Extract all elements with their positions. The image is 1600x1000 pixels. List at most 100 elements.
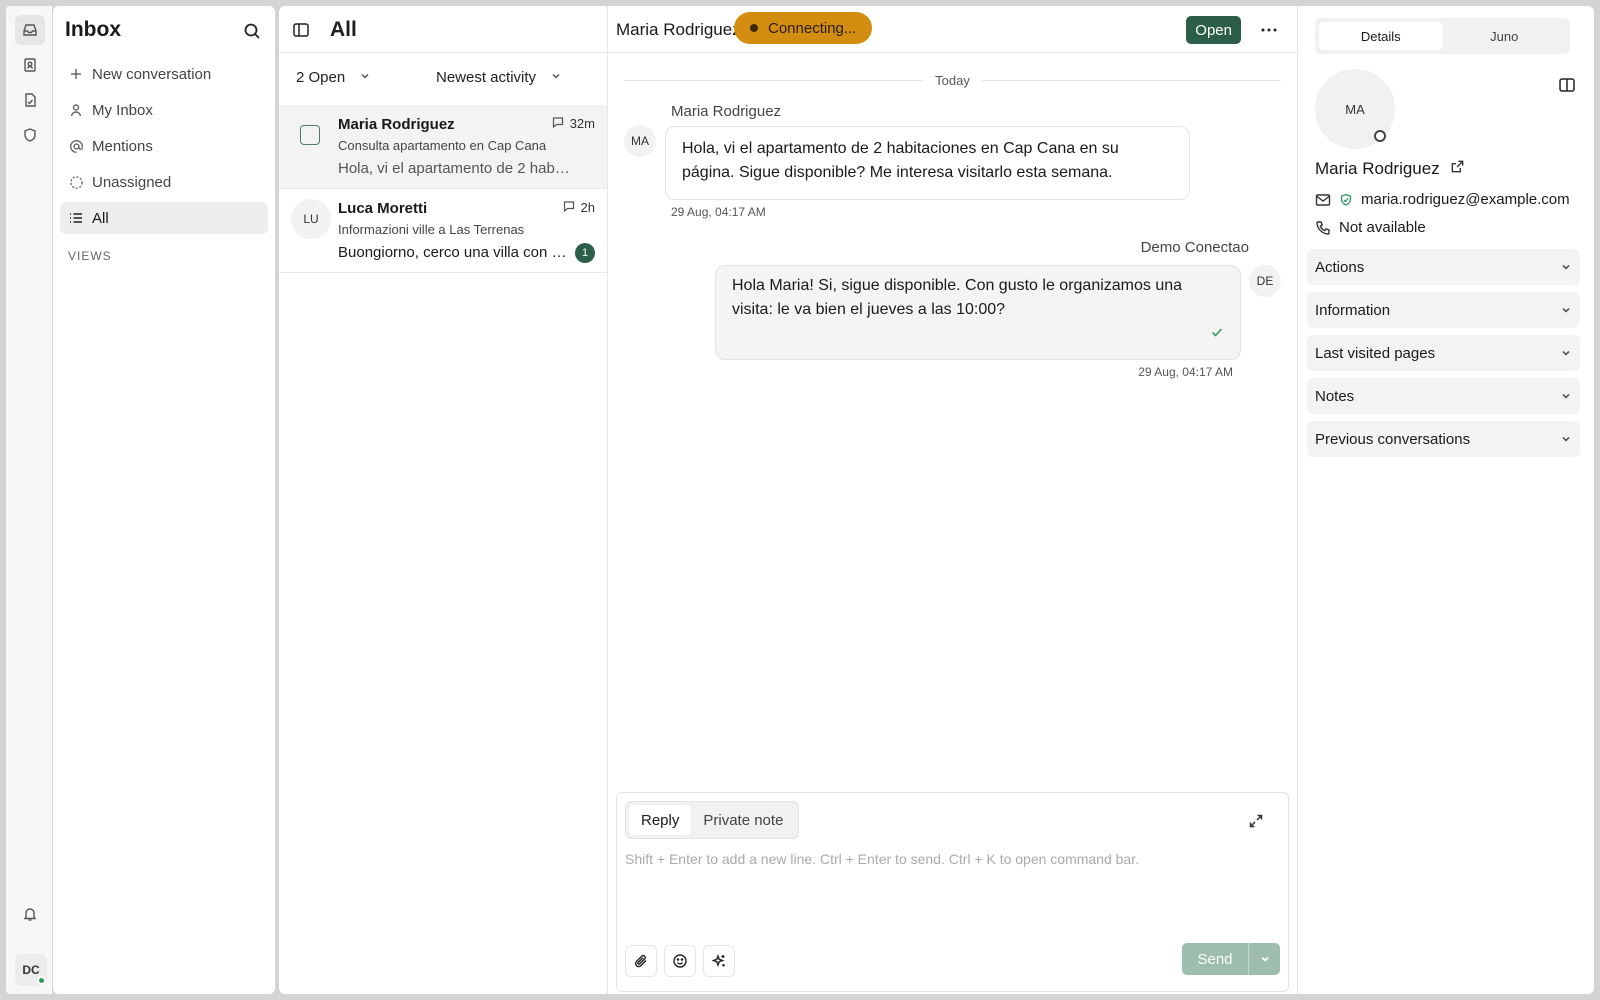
status-filter-dropdown[interactable]: 2 Open — [296, 69, 371, 86]
conversation-list-title: All — [330, 18, 357, 41]
chat-bubble-icon — [563, 200, 575, 215]
delivered-check-icon — [1210, 323, 1224, 347]
section-last-visited-pages[interactable]: Last visited pages — [1307, 335, 1580, 371]
reply-input[interactable] — [625, 851, 1275, 911]
sidebar-item-unassigned[interactable]: Unassigned — [60, 166, 268, 198]
section-label: Previous conversations — [1315, 430, 1471, 448]
sidebar: Inbox New conversation My Inbox Mentions… — [53, 6, 275, 994]
sidebar-item-all[interactable]: All — [60, 202, 268, 234]
tab-details[interactable]: Details — [1319, 22, 1443, 50]
conversation-subject: Informazioni ville a Las Terrenas — [338, 222, 525, 237]
emoji-icon[interactable] — [664, 945, 696, 977]
send-options-chevron-icon[interactable] — [1248, 943, 1280, 975]
sidebar-item-label: New conversation — [92, 65, 212, 83]
conversation-filters: 2 Open Newest activity — [279, 53, 607, 105]
contact-email: maria.rodriguez@example.com — [1315, 191, 1570, 208]
chevron-down-icon — [1560, 390, 1572, 402]
bell-icon[interactable] — [15, 899, 45, 929]
contact-name: Maria Rodriguez — [1315, 159, 1465, 179]
sidebar-item-label: All — [92, 209, 109, 227]
offline-status-dot — [1374, 130, 1386, 142]
more-options-icon[interactable] — [1257, 18, 1281, 42]
details-tabs: Details Juno — [1315, 18, 1570, 54]
avatar: MA — [624, 125, 656, 157]
chat-bubble-icon — [552, 116, 564, 131]
message-author: Demo Conectao — [1140, 239, 1249, 256]
sort-label: Newest activity — [436, 69, 537, 86]
send-button[interactable]: Send — [1182, 943, 1248, 975]
section-label: Information — [1315, 301, 1391, 319]
sidebar-item-label: Unassigned — [92, 173, 172, 191]
contact-email-value[interactable]: maria.rodriguez@example.com — [1361, 191, 1570, 208]
section-information[interactable]: Information — [1307, 292, 1580, 328]
at-sign-icon — [68, 138, 84, 154]
avatar: LU — [291, 199, 331, 239]
conversation-item[interactable]: LU Luca Moretti 2h Informazioni ville a … — [279, 189, 607, 273]
contact-initials: MA — [1345, 101, 1365, 117]
contact-name-label: Maria Rodriguez — [1315, 159, 1440, 178]
conversation-preview: Buongiorno, cerco una villa con 3 camere — [338, 244, 568, 261]
chevron-down-icon — [1560, 347, 1572, 359]
message-timestamp: 29 Aug, 04:17 AM — [671, 205, 766, 219]
conversation-list-panel: All 2 Open Newest activity Maria Rodrigu… — [279, 6, 608, 994]
section-label: Last visited pages — [1315, 344, 1436, 362]
inbox-icon[interactable] — [15, 15, 45, 45]
conversation-contact-name: Maria Rodriguez — [338, 116, 455, 133]
conversation-item[interactable]: Maria Rodriguez 32m Consulta apartamento… — [279, 105, 607, 189]
contact-avatar: MA — [1315, 69, 1395, 149]
contacts-icon[interactable] — [15, 50, 45, 80]
dashed-circle-icon — [68, 174, 84, 190]
conversation-preview: Hola, vi el apartamento de 2 habitacione… — [338, 160, 573, 177]
shield-icon[interactable] — [15, 120, 45, 150]
user-avatar[interactable]: DC — [15, 954, 47, 986]
list-icon — [68, 210, 84, 226]
phone-icon — [1315, 220, 1331, 236]
plus-icon — [68, 66, 84, 82]
sidebar-toggle-icon[interactable] — [290, 19, 312, 41]
section-actions[interactable]: Actions — [1307, 249, 1580, 285]
section-notes[interactable]: Notes — [1307, 378, 1580, 414]
chevron-down-icon — [359, 69, 371, 86]
expand-icon[interactable] — [1244, 809, 1268, 833]
attachment-icon[interactable] — [625, 945, 657, 977]
contact-phone: Not available — [1315, 219, 1426, 236]
sidebar-item-label: Mentions — [92, 137, 153, 155]
sort-dropdown[interactable]: Newest activity — [436, 69, 562, 86]
person-icon — [68, 102, 84, 118]
conversation-contact-name[interactable]: Maria Rodriguez — [616, 20, 741, 40]
contact-details-panel: Details Juno MA Maria Rodriguez maria.ro… — [1297, 6, 1594, 994]
conversation-status-button[interactable]: Open — [1186, 16, 1241, 44]
user-initials: DC — [22, 963, 40, 977]
tab-private-note[interactable]: Private note — [691, 805, 795, 835]
views-section-label: VIEWS — [68, 249, 112, 263]
sidebar-nav: New conversation My Inbox Mentions Unass… — [60, 58, 268, 238]
sidebar-item-new-conversation[interactable]: New conversation — [60, 58, 268, 90]
section-previous-conversations[interactable]: Previous conversations — [1307, 421, 1580, 457]
app-rail: DC — [6, 6, 52, 994]
conversation-time-label: 32m — [569, 116, 595, 131]
sidebar-title: Inbox — [65, 18, 121, 41]
panel-toggle-icon[interactable] — [1556, 74, 1578, 96]
section-label: Notes — [1315, 387, 1355, 405]
verified-shield-icon — [1339, 193, 1353, 207]
sidebar-item-my-inbox[interactable]: My Inbox — [60, 94, 268, 126]
conversation-time: 32m — [552, 116, 595, 131]
conversation-contact-name: Luca Moretti — [338, 200, 428, 217]
sidebar-item-mentions[interactable]: Mentions — [60, 130, 268, 162]
external-link-icon[interactable] — [1450, 159, 1465, 179]
connection-status-label: Connecting... — [768, 19, 857, 37]
reports-icon[interactable] — [15, 85, 45, 115]
tab-reply[interactable]: Reply — [629, 805, 692, 835]
day-separator: Today — [624, 70, 1282, 90]
tab-juno[interactable]: Juno — [1443, 22, 1567, 50]
chevron-down-icon — [550, 69, 562, 86]
unread-count-badge: 1 — [575, 243, 595, 263]
chevron-down-icon — [1560, 304, 1572, 316]
avatar: DE — [1249, 265, 1281, 297]
chevron-down-icon — [1560, 261, 1572, 273]
status-filter-label: 2 Open — [296, 69, 346, 86]
ai-sparkle-icon[interactable] — [703, 945, 735, 977]
search-icon[interactable] — [241, 20, 263, 42]
chevron-down-icon — [1560, 433, 1572, 445]
select-checkbox[interactable] — [300, 125, 320, 145]
